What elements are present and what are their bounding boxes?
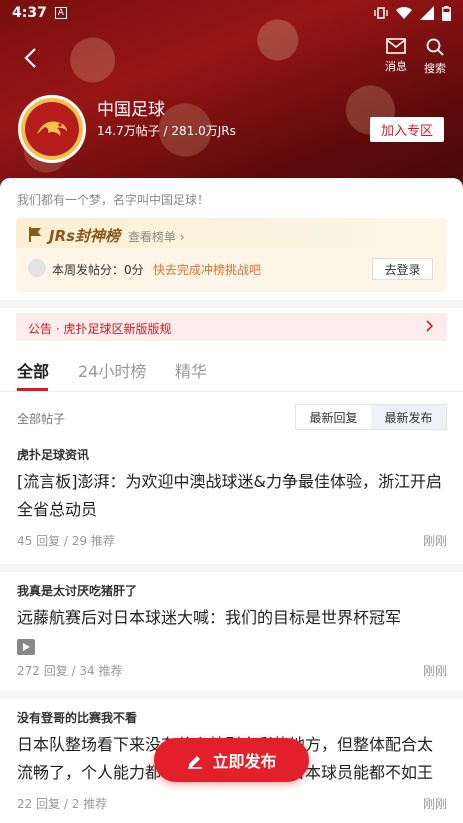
- post-divider: [0, 564, 463, 572]
- join-forum-button[interactable]: 加入专区: [370, 117, 444, 142]
- messages-label: 消息: [385, 60, 407, 73]
- post-meta: 22 回复 / 2 推荐: [17, 797, 108, 811]
- tab-all[interactable]: 全部: [17, 358, 49, 382]
- signal-icon: [420, 6, 434, 20]
- forum-logo: [18, 95, 86, 163]
- view-ranking-link[interactable]: 查看榜单 ›: [128, 228, 185, 245]
- post-board-tag: 没有登哥的比赛我不看: [17, 711, 138, 725]
- tab-bar: 全部 24小时榜 精华: [0, 348, 463, 392]
- tab-featured[interactable]: 精华: [175, 358, 207, 382]
- post-item[interactable]: 我真是太讨厌吃猪肝了 远藤航赛后对日本球迷大喊：我们的目标是世界杯冠军 272 …: [0, 582, 463, 682]
- tab-24h-ranking[interactable]: 24小时榜: [78, 358, 146, 382]
- vibrate-icon: [374, 7, 388, 19]
- flag-icon: [29, 227, 41, 242]
- notice-banner[interactable]: 公告 · 虎扑足球区新版版规: [16, 313, 447, 341]
- status-bar: 4:37 A: [0, 0, 463, 26]
- forum-content: 我们都有一个梦，名字叫中国足球！ JRs封神榜 查看榜单 › 本周发帖分：0分 …: [0, 178, 463, 823]
- notice-text: 公告 · 虎扑足球区新版版规: [28, 322, 172, 336]
- chevron-left-icon: [24, 48, 36, 68]
- post-board-tag: 虎扑足球资讯: [17, 448, 90, 462]
- forum-stats: 14.7万帖子 / 281.0万JRs: [97, 124, 236, 138]
- user-avatar: [28, 259, 46, 277]
- sort-latest-reply[interactable]: 最新回复: [296, 405, 371, 429]
- weekly-score: 本周发帖分：0分: [52, 263, 144, 277]
- top-navigation: 消息 搜索: [0, 36, 463, 80]
- post-meta: 272 回复 / 34 推荐: [17, 664, 123, 678]
- post-board-tag: 我真是太讨厌吃猪肝了: [17, 584, 138, 598]
- section-divider: [0, 300, 463, 308]
- post-title: [流言板]澎湃：为欢迎中澳战球迷&力争最佳体验，浙江开启全省总动员: [17, 472, 442, 519]
- post-list-title: 全部帖子: [17, 412, 66, 426]
- wifi-icon: [396, 6, 412, 20]
- envelope-icon: [386, 38, 406, 54]
- search-button[interactable]: 搜索: [415, 38, 455, 76]
- forum-header: 中国足球 14.7万帖子 / 281.0万JRs 加入专区: [18, 95, 448, 165]
- post-title: 远藤航赛后对日本球迷大喊：我们的目标是世界杯冠军: [17, 608, 402, 627]
- post-meta: 45 回复 / 29 推荐: [17, 534, 115, 548]
- sort-latest-post[interactable]: 最新发布: [371, 405, 446, 429]
- login-button[interactable]: 去登录: [372, 258, 433, 280]
- status-icons: [374, 5, 451, 21]
- post-item[interactable]: 虎扑足球资讯 [流言板]澎湃：为欢迎中澳战球迷&力争最佳体验，浙江开启全省总动员…: [0, 446, 463, 556]
- back-button[interactable]: [16, 44, 44, 72]
- status-time: 4:37: [12, 5, 47, 21]
- forum-slogan: 我们都有一个梦，名字叫中国足球！: [17, 193, 210, 207]
- sort-toggle: 最新回复 最新发布: [295, 404, 447, 430]
- battery-icon: [442, 5, 451, 21]
- notification-a-icon: A: [54, 7, 67, 19]
- play-video-icon: [17, 638, 35, 655]
- ranking-card: JRs封神榜 查看榜单 › 本周发帖分：0分 快去完成冲榜挑战吧 去登录: [16, 218, 447, 292]
- search-label: 搜索: [424, 62, 446, 75]
- post-divider: [0, 690, 463, 698]
- messages-button[interactable]: 消息: [376, 38, 416, 74]
- post-time: 刚刚: [422, 534, 447, 548]
- search-icon: [426, 38, 444, 56]
- dragon-emblem-icon: [37, 121, 67, 136]
- post-list-header: 全部帖子 最新回复 最新发布: [0, 404, 463, 432]
- ranking-title: JRs封神榜: [49, 227, 121, 245]
- publish-label: 立即发布: [212, 752, 277, 771]
- ranking-challenge-link[interactable]: 快去完成冲榜挑战吧: [153, 261, 261, 278]
- active-tab-indicator: [17, 388, 48, 391]
- chevron-right-icon: [426, 320, 434, 332]
- publish-button[interactable]: 立即发布: [154, 738, 309, 782]
- forum-name: 中国足球: [97, 100, 165, 120]
- pencil-icon: [188, 756, 203, 769]
- post-time: 刚刚: [422, 664, 447, 678]
- post-time: 刚刚: [422, 797, 447, 811]
